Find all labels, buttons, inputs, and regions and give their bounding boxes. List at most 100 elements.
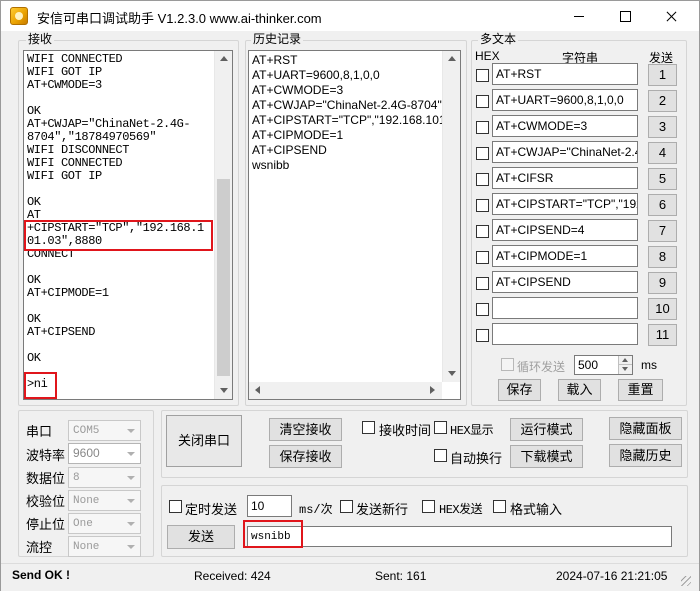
multi-send-button[interactable]: 7 (648, 220, 677, 242)
history-item[interactable]: AT+CIPMODE=1 (252, 128, 343, 143)
load-multi-button[interactable]: 载入 (558, 379, 601, 401)
hex-column-header: HEX (475, 49, 500, 63)
multi-hex-checkbox[interactable] (476, 69, 489, 82)
send-newline-checkbox[interactable] (340, 500, 353, 513)
history-item[interactable]: AT+CWMODE=3 (252, 83, 343, 98)
spin-up-icon[interactable] (618, 356, 632, 365)
history-list[interactable]: AT+RST AT+UART=9600,8,1,0,0 AT+CWMODE=3 AT+… (248, 50, 461, 400)
baud-select[interactable]: 9600 (68, 443, 141, 464)
app-logo-icon (10, 7, 28, 25)
parity-select[interactable]: None (68, 490, 141, 511)
maximize-icon[interactable] (602, 1, 648, 31)
receive-line: AT+CIPMODE=1 (27, 286, 109, 300)
resize-grip-icon[interactable] (681, 576, 691, 586)
receive-scrollbar[interactable] (214, 51, 232, 399)
hide-history-button[interactable]: 隐藏历史 (609, 444, 682, 467)
auto-newline-checkbox[interactable] (434, 449, 447, 462)
history-item[interactable]: AT+CIPSTART="TCP","192.168.101 (252, 113, 446, 128)
multi-send-button[interactable]: 6 (648, 194, 677, 216)
multi-send-button[interactable]: 4 (648, 142, 677, 164)
history-scroll-left-icon[interactable] (255, 386, 260, 394)
timed-send-checkbox[interactable] (169, 500, 182, 513)
multi-text-input[interactable]: AT+CIPSTART="TCP","192 (492, 193, 638, 215)
multi-send-button[interactable]: 10 (648, 298, 677, 320)
multi-send-button[interactable]: 9 (648, 272, 677, 294)
receive-line: OK (27, 351, 41, 365)
history-item[interactable]: wsnibb (252, 158, 289, 173)
multi-text-input[interactable]: AT+UART=9600,8,1,0,0 (492, 89, 638, 111)
send-input[interactable]: wsnibb (247, 526, 672, 547)
multi-hex-checkbox[interactable] (476, 173, 489, 186)
save-multi-button[interactable]: 保存 (498, 379, 541, 401)
highlight-send-input (243, 520, 303, 548)
multi-text-label: 多文本 (478, 32, 519, 46)
send-interval-unit: ms/次 (299, 503, 333, 517)
download-mode-button[interactable]: 下载模式 (510, 445, 583, 468)
hex-send-checkbox[interactable] (422, 500, 435, 513)
stopbits-select[interactable]: One (68, 513, 141, 534)
databits-select[interactable]: 8 (68, 467, 141, 488)
history-hscrollbar[interactable] (249, 382, 442, 399)
flow-label: 流控 (26, 540, 53, 555)
multi-hex-checkbox[interactable] (476, 277, 489, 290)
multi-hex-checkbox[interactable] (476, 147, 489, 160)
reset-multi-button[interactable]: 重置 (618, 379, 663, 401)
loop-interval-spinner[interactable]: 500 (574, 355, 633, 375)
multi-send-button[interactable]: 5 (648, 168, 677, 190)
close-port-button[interactable]: 关闭串口 (166, 415, 242, 467)
loop-send-checkbox[interactable] (501, 358, 514, 371)
send-button[interactable]: 发送 (167, 525, 235, 549)
multi-text-input[interactable]: AT+CIPMODE=1 (492, 245, 638, 267)
flow-select[interactable]: None (68, 536, 141, 557)
multi-hex-checkbox[interactable] (476, 225, 489, 238)
multi-hex-checkbox[interactable] (476, 303, 489, 316)
multi-text-input[interactable] (492, 323, 638, 345)
receive-time-label: 接收时间 (379, 423, 432, 438)
multi-send-button[interactable]: 8 (648, 246, 677, 268)
datetime-status: 2024-07-16 21:21:05 (556, 569, 668, 583)
history-scroll-down-icon[interactable] (448, 371, 456, 376)
format-input-checkbox[interactable] (493, 500, 506, 513)
receive-time-checkbox[interactable] (362, 421, 375, 434)
run-mode-button[interactable]: 运行模式 (510, 418, 583, 441)
scroll-down-icon[interactable] (220, 388, 228, 393)
multi-text-input[interactable]: AT+CIPSEND (492, 271, 638, 293)
multi-text-input[interactable]: AT+RST (492, 63, 638, 85)
multi-hex-checkbox[interactable] (476, 95, 489, 108)
minimize-icon[interactable] (556, 1, 602, 31)
multi-text-input[interactable]: AT+CIFSR (492, 167, 638, 189)
multi-hex-checkbox[interactable] (476, 121, 489, 134)
timed-send-label: 定时发送 (185, 502, 238, 517)
multi-text-input[interactable]: AT+CIPSEND=4 (492, 219, 638, 241)
history-item[interactable]: AT+CWJAP="ChinaNet-2.4G-8704" (252, 98, 442, 113)
multi-send-button[interactable]: 1 (648, 64, 677, 86)
multi-send-button[interactable]: 11 (648, 324, 677, 346)
multi-hex-checkbox[interactable] (476, 251, 489, 264)
port-select[interactable]: COM5 (68, 420, 141, 441)
hex-display-checkbox[interactable] (434, 421, 447, 434)
auto-newline-label: 自动换行 (450, 451, 503, 466)
history-scrollbar[interactable] (442, 51, 460, 382)
highlight-prompt (24, 372, 57, 399)
scroll-thumb[interactable] (217, 179, 230, 376)
save-receive-button[interactable]: 保存接收 (269, 445, 342, 468)
scroll-up-icon[interactable] (220, 56, 228, 61)
history-item[interactable]: AT+UART=9600,8,1,0,0 (252, 68, 380, 83)
hide-panel-button[interactable]: 隐藏面板 (609, 417, 682, 440)
multi-send-button[interactable]: 3 (648, 116, 677, 138)
send-interval-input[interactable]: 10 (247, 495, 292, 517)
spin-down-icon[interactable] (618, 365, 632, 374)
history-scroll-up-icon[interactable] (448, 56, 456, 61)
multi-hex-checkbox[interactable] (476, 199, 489, 212)
clear-receive-button[interactable]: 清空接收 (269, 418, 342, 441)
history-item[interactable]: AT+CIPSEND (252, 143, 327, 158)
history-item[interactable]: AT+RST (252, 53, 297, 68)
multi-hex-checkbox[interactable] (476, 329, 489, 342)
multi-text-input[interactable]: AT+CWMODE=3 (492, 115, 638, 137)
close-icon[interactable] (648, 1, 694, 31)
multi-text-input[interactable]: AT+CWJAP="ChinaNet-2.4 (492, 141, 638, 163)
history-scroll-right-icon[interactable] (430, 386, 435, 394)
multi-text-input[interactable] (492, 297, 638, 319)
status-bar: Send OK ! Received: 424 Sent: 161 2024-0… (1, 563, 699, 591)
multi-send-button[interactable]: 2 (648, 90, 677, 112)
